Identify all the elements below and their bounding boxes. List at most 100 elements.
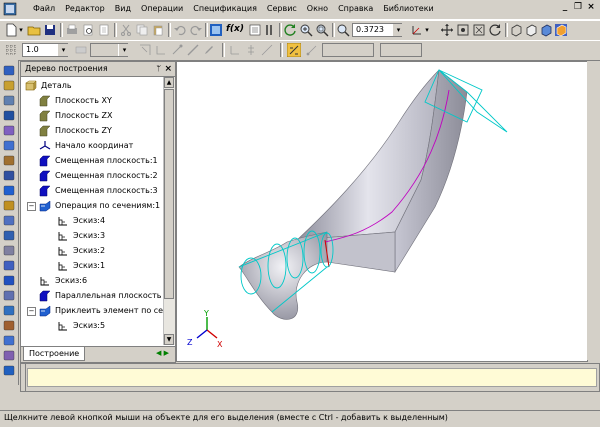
paste-icon[interactable] <box>151 23 165 37</box>
parametric-icon[interactable] <box>305 43 319 57</box>
collapse-icon[interactable]: − <box>27 202 36 211</box>
zoom-window-icon[interactable] <box>315 23 329 37</box>
scroll-thumb[interactable] <box>164 89 174 299</box>
orientation-dropdown-icon[interactable]: ▾ <box>424 24 430 36</box>
compact-tool-icon[interactable] <box>2 289 16 302</box>
menu-item[interactable]: Вид <box>110 3 136 15</box>
compact-tool-icon[interactable] <box>2 124 16 137</box>
viewport-scrollbar[interactable] <box>587 61 599 360</box>
rotate-icon[interactable] <box>488 23 502 37</box>
snap-toggle-icon[interactable] <box>287 43 301 57</box>
compact-tool-icon[interactable] <box>2 79 16 92</box>
scale-dropdown-icon[interactable]: ▾ <box>57 44 69 56</box>
compact-tool-icon[interactable] <box>2 304 16 317</box>
pan-icon[interactable] <box>440 23 454 37</box>
compact-tool-icon[interactable] <box>2 139 16 152</box>
x-coordinate-field[interactable] <box>322 43 374 57</box>
manager-icon[interactable] <box>209 23 223 37</box>
menu-item[interactable]: Спецификация <box>188 3 262 15</box>
app-icon[interactable] <box>3 2 17 16</box>
compact-tool-icon[interactable] <box>2 169 16 182</box>
refresh-icon[interactable] <box>283 23 297 37</box>
y-coordinate-field[interactable] <box>380 43 422 57</box>
save-icon[interactable] <box>43 23 57 37</box>
show-all-icon[interactable] <box>472 23 486 37</box>
layer-icon[interactable] <box>74 43 88 57</box>
cursor-coords-icon[interactable] <box>138 43 152 57</box>
pin-icon[interactable]: ᛘ <box>156 62 161 76</box>
collapse-icon[interactable]: − <box>27 307 36 316</box>
print-icon[interactable] <box>65 23 79 37</box>
library-icon[interactable] <box>262 23 276 37</box>
model-canvas[interactable]: Y X Z <box>177 62 587 361</box>
new-file-icon[interactable] <box>4 23 18 37</box>
restore-icon[interactable]: ❐ <box>573 2 583 12</box>
tab-nav-arrows-icon[interactable]: ◀ ▶ <box>156 349 169 357</box>
scroll-up-icon[interactable]: ▲ <box>164 77 174 88</box>
measure-icon[interactable] <box>260 43 274 57</box>
grid-icon[interactable] <box>4 43 18 57</box>
compact-tool-icon[interactable] <box>2 94 16 107</box>
compact-tool-icon[interactable] <box>2 349 16 362</box>
ortho-icon[interactable] <box>186 43 200 57</box>
compact-tool-icon[interactable] <box>2 214 16 227</box>
compact-tool-icon[interactable] <box>2 64 16 77</box>
layer-dropdown-icon[interactable]: ▾ <box>118 44 130 56</box>
properties-icon[interactable] <box>97 23 111 37</box>
compact-tool-icon[interactable] <box>2 199 16 212</box>
tab-build[interactable]: Построение <box>23 347 86 361</box>
align-icon[interactable] <box>244 43 258 57</box>
snap-icon[interactable] <box>170 43 184 57</box>
shaded-icon[interactable] <box>539 23 553 37</box>
tree-scrollbar[interactable]: ▲ ▼ <box>163 77 175 345</box>
compact-tool-icon[interactable] <box>2 319 16 332</box>
current-state-toolbar: 1.0 ▾ ▾ <box>0 40 600 61</box>
menu-item[interactable]: Справка <box>333 3 378 15</box>
compact-tool-icon[interactable] <box>2 154 16 167</box>
status-bar: Щелкните левой кнопкой мыши на объекте д… <box>0 410 600 427</box>
menu-item[interactable]: Окно <box>302 3 333 15</box>
pencil-icon[interactable] <box>202 43 216 57</box>
zoom-all-icon[interactable] <box>456 23 470 37</box>
compact-tool-icon[interactable] <box>2 334 16 347</box>
new-dropdown-icon[interactable]: ▾ <box>18 24 24 36</box>
close-icon[interactable]: × <box>586 2 596 12</box>
zoom-in-icon[interactable] <box>299 23 313 37</box>
compact-tool-icon[interactable] <box>2 274 16 287</box>
hidden-lines-icon[interactable] <box>524 23 538 37</box>
close-panel-icon[interactable]: × <box>164 62 172 76</box>
separator <box>279 23 282 37</box>
properties-area[interactable] <box>27 368 597 387</box>
redo-icon[interactable] <box>189 23 203 37</box>
undo-icon[interactable] <box>173 23 187 37</box>
panel-grip[interactable] <box>21 364 26 391</box>
tree-node-label: Приклеить элемент по сеч <box>55 306 163 315</box>
scroll-down-icon[interactable]: ▼ <box>164 334 174 345</box>
model-viewport[interactable]: Y X Z <box>176 61 588 362</box>
compact-tool-icon[interactable] <box>2 364 16 377</box>
coords-x-icon[interactable] <box>228 43 242 57</box>
zoom-icon[interactable] <box>336 23 350 37</box>
copy-icon[interactable] <box>135 23 149 37</box>
spec-icon[interactable] <box>248 23 262 37</box>
variables-button[interactable]: f(x) <box>226 24 244 34</box>
menu-item[interactable]: Сервис <box>262 3 302 15</box>
open-folder-icon[interactable] <box>27 23 41 37</box>
print-preview-icon[interactable] <box>81 23 95 37</box>
shaded-edges-icon[interactable] <box>554 23 568 37</box>
menu-item[interactable]: Редактор <box>60 3 110 15</box>
cut-icon[interactable] <box>119 23 133 37</box>
menu-item[interactable]: Библиотеки <box>378 3 438 15</box>
minimize-icon[interactable]: _ <box>560 2 570 12</box>
compact-tool-icon[interactable] <box>2 229 16 242</box>
menu-item[interactable]: Файл <box>28 3 60 15</box>
local-cs-icon[interactable] <box>154 43 168 57</box>
orientation-icon[interactable] <box>410 23 424 37</box>
compact-tool-icon[interactable] <box>2 184 16 197</box>
menu-item[interactable]: Операции <box>136 3 188 15</box>
compact-tool-icon[interactable] <box>2 109 16 122</box>
compact-tool-icon[interactable] <box>2 259 16 272</box>
zoom-dropdown-icon[interactable]: ▾ <box>392 24 404 36</box>
compact-tool-icon[interactable] <box>2 244 16 257</box>
wireframe-icon[interactable] <box>509 23 523 37</box>
